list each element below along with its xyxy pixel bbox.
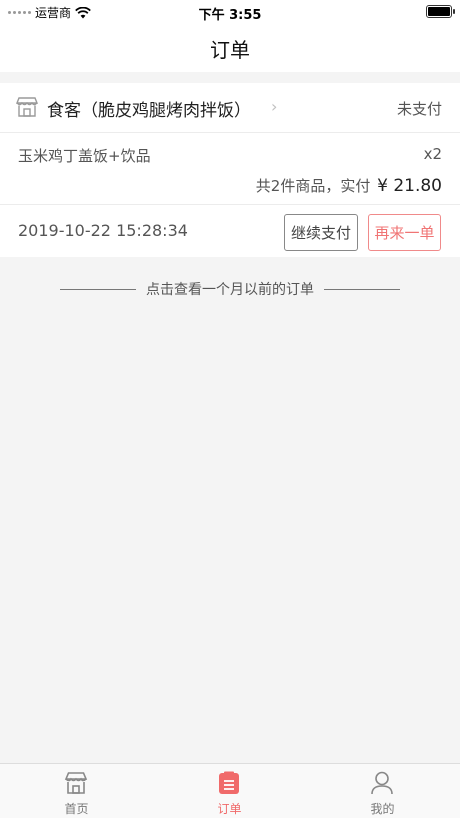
page-title: 订单 (210, 37, 250, 62)
battery-icon (426, 5, 455, 18)
person-icon (370, 771, 394, 795)
order-status: 未支付 (396, 100, 442, 118)
order-list-icon (217, 771, 241, 795)
tab-home-label: 首页 (64, 802, 89, 816)
history-orders-link[interactable]: 点击查看一个月以前的订单 (0, 279, 460, 299)
order-card[interactable]: 食客（脆皮鸡腿烤肉拌饭） › 未支付 玉米鸡丁盖饭+饮品 x2 共2件商品，实付… (0, 83, 460, 257)
tab-profile-label: 我的 (370, 802, 395, 816)
divider-left (60, 288, 136, 290)
store-icon (64, 771, 88, 795)
tab-orders-label: 订单 (217, 802, 242, 816)
store-icon (15, 97, 39, 117)
divider-right (324, 288, 400, 290)
continue-pay-button[interactable]: 继续支付 (284, 214, 358, 251)
tab-profile[interactable]: 我的 (306, 764, 459, 818)
tab-home[interactable]: 首页 (0, 764, 153, 818)
item-quantity: x2 (423, 145, 442, 163)
nav-bar: 订单 (0, 24, 460, 72)
tab-bar: 首页 订单 我的 (0, 763, 460, 818)
order-summary: 共2件商品，实付 ¥ 21.80 (256, 175, 442, 196)
tab-orders[interactable]: 订单 (153, 764, 306, 818)
store-name[interactable]: 食客（脆皮鸡腿烤肉拌饭） (47, 96, 251, 121)
reorder-button[interactable]: 再来一单 (368, 214, 441, 251)
store-row[interactable]: 食客（脆皮鸡腿烤肉拌饭） › 未支付 (0, 83, 460, 133)
chevron-right-icon[interactable]: › (271, 97, 277, 116)
order-actions: 2019-10-22 15:28:34 继续支付 再来一单 (0, 204, 460, 257)
summary-text: 共2件商品，实付 (255, 177, 371, 195)
order-time: 2019-10-22 15:28:34 (18, 221, 188, 240)
item-name: 玉米鸡丁盖饭+饮品 (18, 147, 151, 165)
status-time: 下午 3:55 (198, 8, 262, 23)
history-link-text[interactable]: 点击查看一个月以前的订单 (146, 279, 314, 299)
status-bar: 运营商 下午 3:55 (0, 0, 460, 24)
order-price: ¥ 21.80 (377, 176, 442, 196)
